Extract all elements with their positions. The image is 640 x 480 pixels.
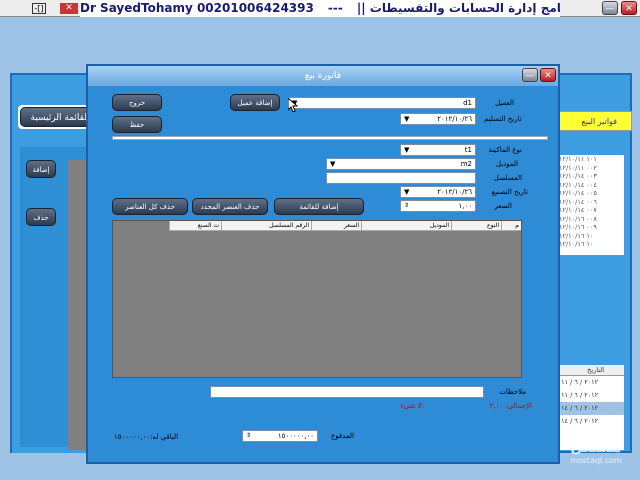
dates-list: ١٠١ ٢٠١٢/١٠/١١ ٠٠٢ ٢٠١٢/١٠/١١ ٠٠٣ ٢٠١٢/١… — [552, 155, 624, 255]
chevron-down-icon: ▼ — [404, 146, 410, 154]
col-type[interactable]: النوع — [451, 221, 501, 231]
add-customer-button[interactable]: إضافة عميل — [230, 94, 280, 111]
chevron-down-icon: ▼ — [330, 160, 336, 168]
date-table-header: التاريخ — [552, 365, 624, 376]
add-to-list-button[interactable]: إضافة للقائمة — [274, 198, 364, 215]
delete-all-button[interactable]: حذف كل العناصر — [112, 198, 188, 215]
divider — [112, 136, 548, 140]
table-row[interactable]: ٢٠١٢ / ٦ / ١٤ ١٤ — [552, 415, 624, 428]
close-app-button[interactable]: ✕ — [60, 3, 78, 14]
app-close-button[interactable]: ✕ — [621, 1, 637, 15]
dates-list-item[interactable]: ١٠ ٢٠١٢/١٠/١٦ — [552, 232, 624, 241]
date-table: التاريخ ٢٠١٢ / ٦ / ١١ ١١ ٢٠١٢ / ٦ / ١١ ١… — [552, 365, 624, 450]
col-mfg-date[interactable]: ت الصنع — [169, 221, 221, 231]
table-row[interactable]: ٢٠١٢ / ٦ / ١٤ ١٤ — [552, 402, 624, 415]
save-button[interactable]: حفظ — [112, 116, 162, 133]
invoice-window: فاتورة بيع — ✕ خروج حفظ إضافة عميل d1 ▼ ا… — [86, 64, 560, 464]
app-title-banner: Dr SayedTohamy 00201006424393 --- || برنام… — [80, 0, 560, 17]
customer-label: العميل — [495, 99, 514, 107]
app-title-en: Dr SayedTohamy 00201006424393 — [80, 1, 314, 15]
delete-selected-button[interactable]: حذف العنصر المحدد — [192, 198, 268, 215]
model-label: الموديل — [495, 160, 518, 168]
price-stepper[interactable]: ١,٠٠ ⇕ — [400, 200, 476, 212]
mfg-date-label: تاريخ التصنيع — [491, 188, 528, 196]
dates-list-item[interactable]: ٠٠٤ ٢٠١٢/١٠/١٤ — [552, 181, 624, 190]
dates-list-item[interactable]: ٠٠٩ ٢٠١٢/١٠/١٦ — [552, 223, 624, 232]
items-grid-header: ت الصنع الرقم المسلسل السعر الموديل النو… — [169, 221, 521, 231]
watermark-logo: مستقل mostaql.com — [570, 440, 622, 465]
exit-button[interactable]: خروج — [112, 94, 162, 111]
dates-list-item[interactable]: ١٠١ ٢٠١٢/١٠/١١ — [552, 155, 624, 164]
dates-list-item[interactable]: ٠٠٣ ٢٠١٢/١٠/١٤ — [552, 172, 624, 181]
delivery-date-label: تاريخ التسليم — [484, 115, 522, 123]
delivery-date-picker[interactable]: ٢٠١٢/١٠/٢٦ ▼ — [400, 113, 476, 125]
mouse-cursor-icon — [287, 96, 299, 113]
col-price[interactable]: السعر — [311, 221, 361, 231]
items-grid[interactable]: ت الصنع الرقم المسلسل السعر الموديل النو… — [112, 220, 522, 378]
price-label: السعر — [494, 202, 512, 210]
balance-text: الباقي له:١٥٠٠٠٠٠,٠٠ — [114, 433, 179, 441]
serial-label: المسلسل — [493, 174, 522, 182]
total-label: الإجمالي: ٢,٠٠ — [489, 402, 532, 410]
chevron-down-icon: ▼ — [404, 115, 410, 123]
col-index[interactable]: م — [501, 221, 521, 231]
sales-invoices-tab[interactable]: فواتير البيع — [552, 111, 632, 131]
col-model[interactable]: الموديل — [361, 221, 451, 231]
serial-input[interactable] — [326, 172, 476, 184]
app-title-separator: --- — [327, 1, 343, 15]
delete-button[interactable]: حذف — [26, 208, 56, 226]
invoice-minimize-button[interactable]: — — [522, 68, 538, 82]
invoice-close-button[interactable]: ✕ — [540, 68, 556, 82]
table-row[interactable]: ٢٠١٢ / ٦ / ١١ ١١ — [552, 376, 624, 389]
model-combo[interactable]: m2 ▼ — [326, 158, 476, 170]
restore-button[interactable]: -[] — [32, 3, 46, 14]
dates-list-item[interactable]: ٠٠٢ ٢٠١٢/١٠/١١ — [552, 164, 624, 173]
mfg-date-picker[interactable]: ٢٠١٢/١٠/٢٦ ▼ — [400, 186, 476, 198]
app-minimize-button[interactable]: — — [602, 1, 618, 15]
add-button[interactable]: إضافة — [26, 160, 56, 178]
dates-list-item[interactable]: ١٠ ٢٠١٢/١٠/١٦ — [552, 240, 624, 249]
invoice-title: فاتورة بيع — [304, 71, 342, 81]
dates-list-item[interactable]: ٠٠٥ ٢٠١٢/١٠/١٤ — [552, 189, 624, 198]
customer-combo[interactable]: d1 ▼ — [288, 97, 476, 109]
notes-label: ملاحظات — [499, 388, 526, 396]
stepper-arrows-icon[interactable]: ⇕ — [246, 431, 251, 441]
invoice-titlebar: فاتورة بيع — ✕ — [88, 66, 558, 86]
table-row[interactable]: ٢٠١٢ / ٦ / ١١ ١١ — [552, 389, 624, 402]
main-menu-window: القائمة الرئيسية إضافة حذف — [10, 73, 100, 453]
remaining-text: لا شيء: — [400, 402, 424, 410]
app-title-ar: || برنامج إدارة الحسابات والتقسيطات — [356, 1, 560, 15]
dates-list-item[interactable]: ٠٠٧ ٢٠١٢/١٠/١٤ — [552, 206, 624, 215]
stepper-arrows-icon[interactable]: ⇕ — [404, 201, 409, 211]
machine-type-combo[interactable]: t1 ▼ — [400, 144, 476, 156]
col-serial[interactable]: الرقم المسلسل — [221, 221, 311, 231]
app-top-bar: -[] ✕ Dr SayedTohamy 00201006424393 --- ||… — [0, 0, 640, 17]
chevron-down-icon: ▼ — [404, 188, 410, 196]
paid-stepper[interactable]: ١٥٠٠٠٠٠,٠٠ ⇕ — [242, 430, 318, 442]
dates-list-item[interactable]: ٠٠٨ ٢٠١٢/١٠/١٦ — [552, 215, 624, 224]
dates-list-item[interactable]: ٠٠٦ ٢٠١٢/١٠/١٤ — [552, 198, 624, 207]
paid-label: المدفوع — [331, 432, 354, 440]
machine-type-label: نوع الماكينة — [488, 146, 522, 154]
notes-input[interactable] — [210, 386, 484, 398]
